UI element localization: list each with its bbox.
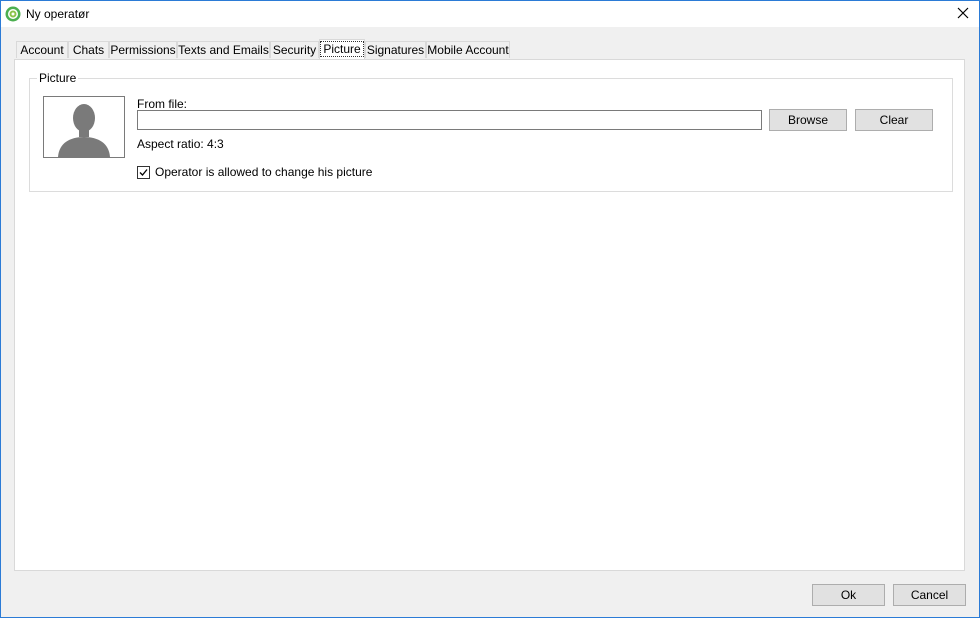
- window-title: Ny operatør: [26, 7, 90, 21]
- title-bar[interactable]: Ny operatør: [1, 1, 979, 27]
- gear-icon: [5, 6, 21, 22]
- allow-change-label[interactable]: Operator is allowed to change his pictur…: [155, 165, 372, 179]
- group-title: Picture: [37, 71, 79, 85]
- tab-security[interactable]: Security: [270, 41, 319, 58]
- picture-groupbox: Picture From file: Browse Clear Aspect r…: [29, 71, 953, 192]
- ok-button[interactable]: Ok: [812, 584, 885, 606]
- tab-mobile-account[interactable]: Mobile Account: [426, 41, 510, 58]
- tab-panel-picture: Picture From file: Browse Clear Aspect r…: [14, 59, 965, 571]
- tab-chats[interactable]: Chats: [68, 41, 109, 58]
- person-silhouette-icon: [43, 96, 125, 158]
- allow-change-row: Operator is allowed to change his pictur…: [137, 165, 372, 179]
- allow-change-checkbox[interactable]: [137, 165, 150, 179]
- dialog-window: Ny operatør Account Chats Permissions Te…: [0, 0, 980, 618]
- clear-button[interactable]: Clear: [855, 109, 933, 131]
- tab-picture[interactable]: Picture: [319, 39, 365, 59]
- file-path-input[interactable]: [137, 110, 762, 130]
- browse-button[interactable]: Browse: [769, 109, 847, 131]
- from-file-label: From file:: [137, 97, 188, 111]
- tab-signatures[interactable]: Signatures: [365, 41, 426, 58]
- tab-texts-and-emails[interactable]: Texts and Emails: [177, 41, 270, 58]
- close-icon: [957, 7, 969, 22]
- cancel-button[interactable]: Cancel: [893, 584, 966, 606]
- aspect-ratio-text: Aspect ratio: 4:3: [137, 137, 224, 151]
- close-button[interactable]: [947, 1, 979, 27]
- tab-permissions[interactable]: Permissions: [109, 41, 177, 58]
- tab-account[interactable]: Account: [16, 41, 68, 58]
